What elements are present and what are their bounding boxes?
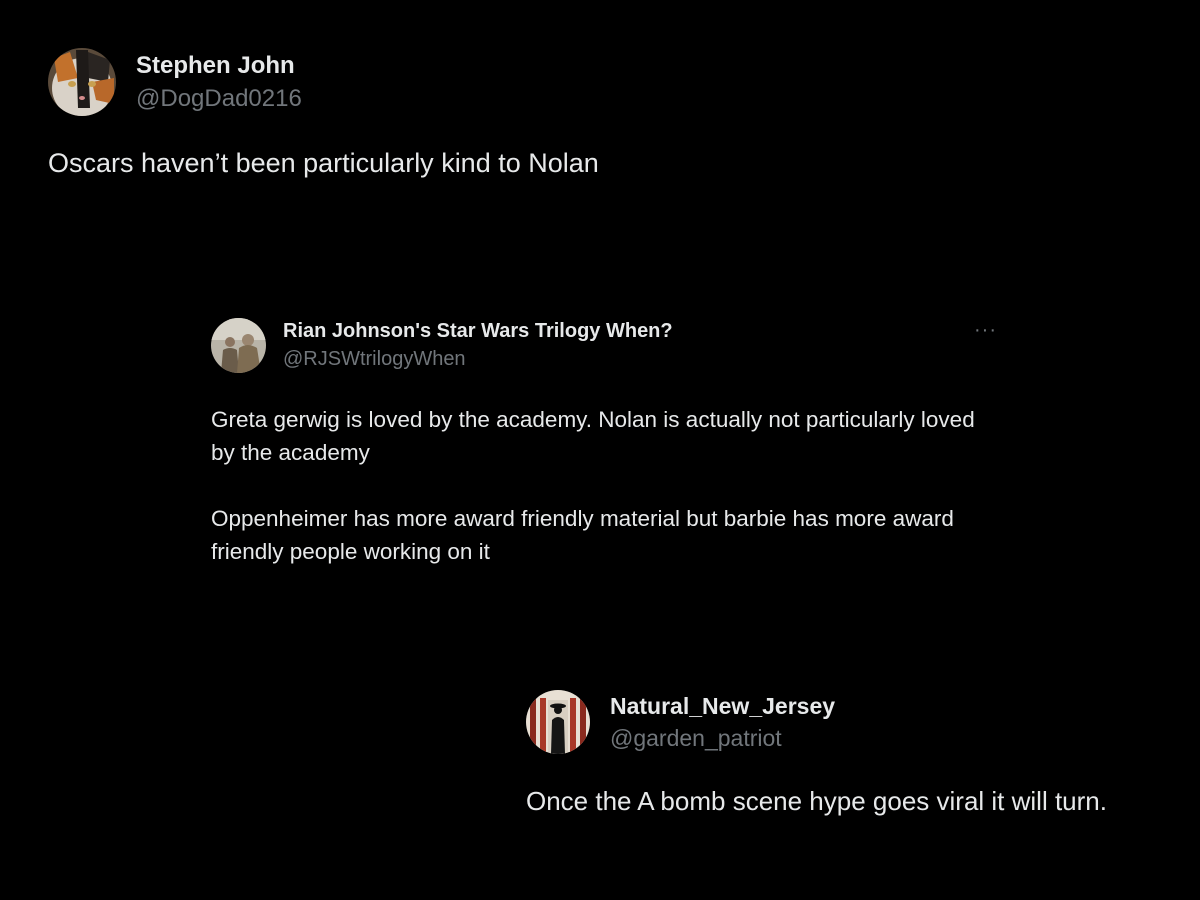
avatar[interactable] — [48, 48, 116, 116]
user-handle[interactable]: @RJSWtrilogyWhen — [283, 345, 673, 373]
avatar[interactable] — [211, 317, 266, 373]
avatar[interactable] — [526, 690, 590, 754]
two-figures-icon — [211, 317, 266, 373]
tweet-text: Greta gerwig is loved by the academy. No… — [211, 407, 975, 564]
display-name[interactable]: Rian Johnson's Star Wars Trilogy When? — [283, 317, 673, 345]
tweet-natural-new-jersey: Natural_New_Jersey @garden_patriot Once … — [526, 690, 1186, 817]
more-options-icon[interactable]: ··· — [974, 319, 997, 342]
author-names: Natural_New_Jersey @garden_patriot — [610, 690, 835, 754]
tweet-text: Oscars haven’t been particularly kind to… — [48, 148, 599, 178]
user-handle[interactable]: @DogDad0216 — [136, 83, 302, 115]
display-name[interactable]: Natural_New_Jersey — [610, 690, 835, 722]
tweet-stephen-john: Stephen John @DogDad0216 Oscars haven’t … — [48, 48, 599, 179]
calico-cat-icon — [48, 48, 116, 116]
silhouette-doorway-icon — [526, 690, 590, 754]
author-names: Rian Johnson's Star Wars Trilogy When? @… — [283, 317, 673, 373]
author-names: Stephen John @DogDad0216 — [136, 49, 302, 115]
display-name[interactable]: Stephen John — [136, 49, 302, 83]
tweet-header: Natural_New_Jersey @garden_patriot — [526, 690, 1186, 754]
tweet-header: Stephen John @DogDad0216 — [48, 48, 599, 116]
user-handle[interactable]: @garden_patriot — [610, 722, 835, 754]
tweet-header: Rian Johnson's Star Wars Trilogy When? @… — [211, 317, 1001, 373]
tweet-rjswtrilogywhen: Rian Johnson's Star Wars Trilogy When? @… — [211, 317, 1001, 568]
tweet-text: Once the A bomb scene hype goes viral it… — [526, 786, 1107, 816]
